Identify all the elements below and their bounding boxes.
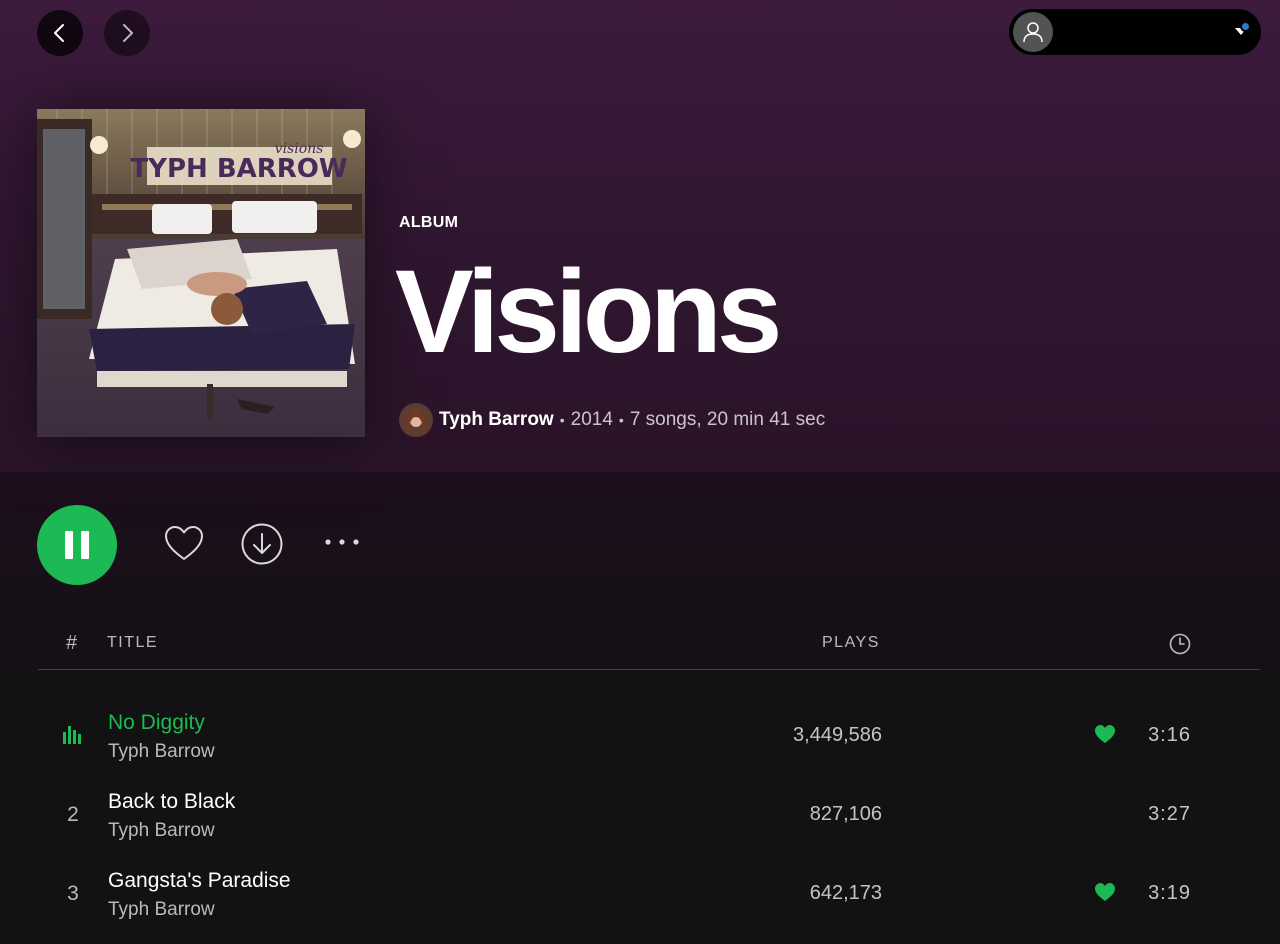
track-plays: 827,106 bbox=[809, 803, 882, 825]
pause-button[interactable] bbox=[37, 505, 117, 585]
album-type-label: ALBUM bbox=[399, 214, 459, 231]
album-year: 2014 bbox=[570, 409, 613, 430]
chevron-left-icon bbox=[54, 24, 64, 42]
artist-avatar bbox=[399, 403, 433, 437]
download-icon[interactable] bbox=[241, 523, 283, 565]
user-name-redacted bbox=[1059, 15, 1227, 49]
cover-title-text: visions bbox=[275, 141, 324, 157]
track-row[interactable]: 3 Gangsta's Paradise Typh Barrow 642,173… bbox=[38, 869, 1260, 941]
track-artist[interactable]: Typh Barrow bbox=[108, 899, 215, 921]
track-artist[interactable]: Typh Barrow bbox=[108, 741, 215, 763]
column-number-header: # bbox=[66, 632, 79, 654]
track-artist[interactable]: Typh Barrow bbox=[108, 820, 215, 842]
equalizer-icon bbox=[63, 726, 81, 744]
pause-icon bbox=[61, 531, 93, 559]
track-title[interactable]: Back to Black bbox=[108, 790, 235, 814]
track-number: 2 bbox=[67, 803, 79, 826]
album-cover: TYPH BARROW visions bbox=[37, 109, 365, 437]
column-plays-header[interactable]: PLAYS bbox=[822, 634, 880, 652]
track-duration: 3:19 bbox=[1148, 882, 1191, 904]
meta-separator: • bbox=[559, 412, 565, 428]
clock-icon[interactable] bbox=[1169, 633, 1191, 655]
notification-dot bbox=[1240, 21, 1251, 32]
track-row[interactable]: No Diggity Typh Barrow 3,449,586 3:16 bbox=[38, 711, 1260, 783]
artist-link[interactable]: Typh Barrow bbox=[439, 409, 554, 431]
track-duration: 3:27 bbox=[1148, 803, 1191, 825]
album-title: Visions bbox=[395, 246, 783, 378]
heart-filled-icon[interactable] bbox=[1094, 882, 1116, 902]
track-duration: 3:16 bbox=[1148, 724, 1191, 746]
column-title-header[interactable]: TITLE bbox=[107, 634, 158, 652]
user-avatar bbox=[1013, 12, 1053, 52]
heart-outline-icon[interactable] bbox=[163, 523, 205, 565]
chevron-right-icon bbox=[123, 24, 133, 42]
forward-button[interactable] bbox=[104, 10, 150, 56]
more-icon[interactable] bbox=[322, 535, 362, 549]
track-row[interactable]: 2 Back to Black Typh Barrow 827,106 3:27 bbox=[38, 790, 1260, 862]
meta-separator: • bbox=[618, 412, 624, 428]
track-plays: 642,173 bbox=[809, 882, 882, 904]
back-button[interactable] bbox=[37, 10, 83, 56]
album-meta: Typh Barrow • 2014 • 7 songs, 20 min 41 … bbox=[399, 402, 825, 438]
tracklist-divider bbox=[38, 669, 1260, 670]
track-number: 3 bbox=[67, 882, 79, 905]
track-plays: 3,449,586 bbox=[793, 724, 882, 746]
user-icon bbox=[1023, 22, 1043, 43]
heart-filled-icon[interactable] bbox=[1094, 724, 1116, 744]
track-title[interactable]: Gangsta's Paradise bbox=[108, 869, 291, 893]
track-title[interactable]: No Diggity bbox=[108, 711, 205, 735]
album-songs-info: 7 songs, 20 min 41 sec bbox=[629, 409, 826, 430]
user-menu-button[interactable] bbox=[1009, 9, 1261, 55]
cover-artist-text: TYPH BARROW bbox=[130, 154, 347, 184]
